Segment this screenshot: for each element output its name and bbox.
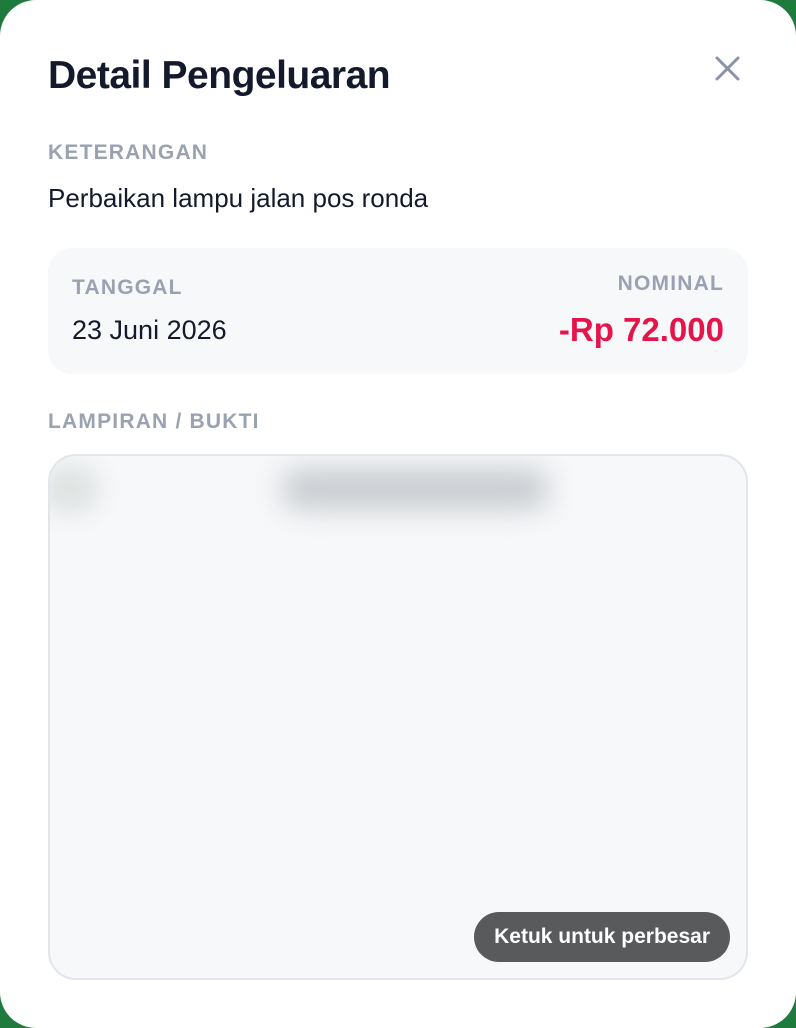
attachment-preview-blur [280,468,550,510]
modal-title: Detail Pengeluaran [48,54,391,97]
attachment-label: LAMPIRAN / BUKTI [48,410,260,433]
info-card: TANGGAL 23 Juni 2026 NOMINAL -Rp 72.000 [48,248,748,374]
close-button[interactable] [706,48,748,90]
description-text: Perbaikan lampu jalan pos ronda [48,183,429,213]
amount-value: -Rp 72.000 [558,311,724,348]
attachment-preview-blur [50,464,100,514]
date-label: TANGGAL [72,276,183,299]
attachment-image[interactable]: Ketuk untuk perbesar [48,454,748,980]
close-icon [715,56,740,81]
amount-label: NOMINAL [617,272,724,295]
tap-to-zoom-hint[interactable]: Ketuk untuk perbesar [474,912,730,962]
date-value: 23 Juni 2026 [72,315,227,345]
description-label: KETERANGAN [48,141,209,164]
expense-detail-modal: Detail Pengeluaran KETERANGAN Perbaikan … [0,0,796,1028]
